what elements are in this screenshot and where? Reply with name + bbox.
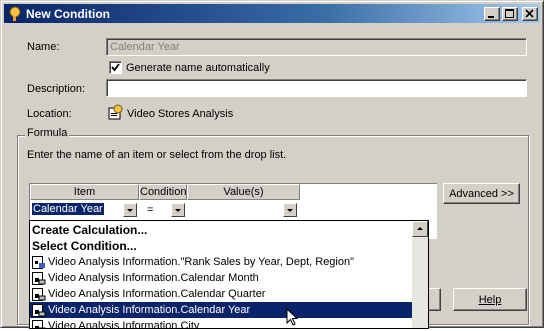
new-condition-dialog: New Condition Name: Calendar Year Genera… [0,0,544,329]
item-dropdown-arrow[interactable] [123,203,137,217]
mouse-cursor-icon [286,307,300,328]
list-item[interactable]: Create Calculation... [30,222,413,238]
folder-item-icon [32,287,46,301]
value-dropdown-arrow[interactable] [283,203,297,217]
business-area-icon [108,104,124,120]
description-field[interactable] [106,79,527,97]
maximize-button[interactable] [502,6,518,21]
advanced-button[interactable]: Advanced >> [443,183,520,204]
list-item[interactable]: Select Condition... [30,238,413,254]
location-value: Video Stores Analysis [127,108,234,120]
item-column-header[interactable]: Item [30,184,139,200]
condition-dropdown-arrow[interactable] [171,203,185,217]
close-button[interactable] [522,6,538,21]
checkmark-icon [111,63,120,72]
location-label: Location: [27,108,72,120]
condition-cell[interactable]: = [147,204,153,216]
folder-item-icon [32,271,46,285]
list-item[interactable]: Video Analysis Information.Calendar Quar… [30,286,413,302]
help-button[interactable]: Help [453,288,527,311]
formula-group-label: Formula [25,127,70,139]
window-title: New Condition [26,6,110,21]
discoverer-app-icon [7,6,23,22]
list-item-selected[interactable]: Video Analysis Information.Calendar Year [30,302,413,318]
drop-list-scrollbar[interactable] [412,221,428,328]
folder-item-icon [32,303,46,317]
title-bar[interactable]: New Condition [4,4,540,23]
list-item[interactable]: Video Analysis Information."Rank Sales b… [30,254,413,270]
item-drop-list[interactable]: Create Calculation... Select Condition..… [29,220,429,329]
list-item[interactable]: Video Analysis Information.City [30,318,413,328]
formula-instructions: Enter the name of an item or select from… [27,149,287,161]
name-field[interactable]: Calendar Year [106,38,527,56]
scroll-up-button[interactable] [412,221,428,237]
generate-name-label: Generate name automatically [126,62,270,74]
name-label: Name: [27,41,60,53]
list-item[interactable]: Video Analysis Information.Calendar Mont… [30,270,413,286]
minimize-button[interactable] [484,6,500,21]
calculation-item-icon [32,255,46,269]
description-label: Description: [27,83,86,95]
generate-name-checkbox[interactable] [109,61,122,74]
item-cell[interactable]: Calendar Year [32,203,104,215]
values-column-header[interactable]: Value(s) [187,184,300,200]
condition-column-header[interactable]: Condition [139,184,187,200]
